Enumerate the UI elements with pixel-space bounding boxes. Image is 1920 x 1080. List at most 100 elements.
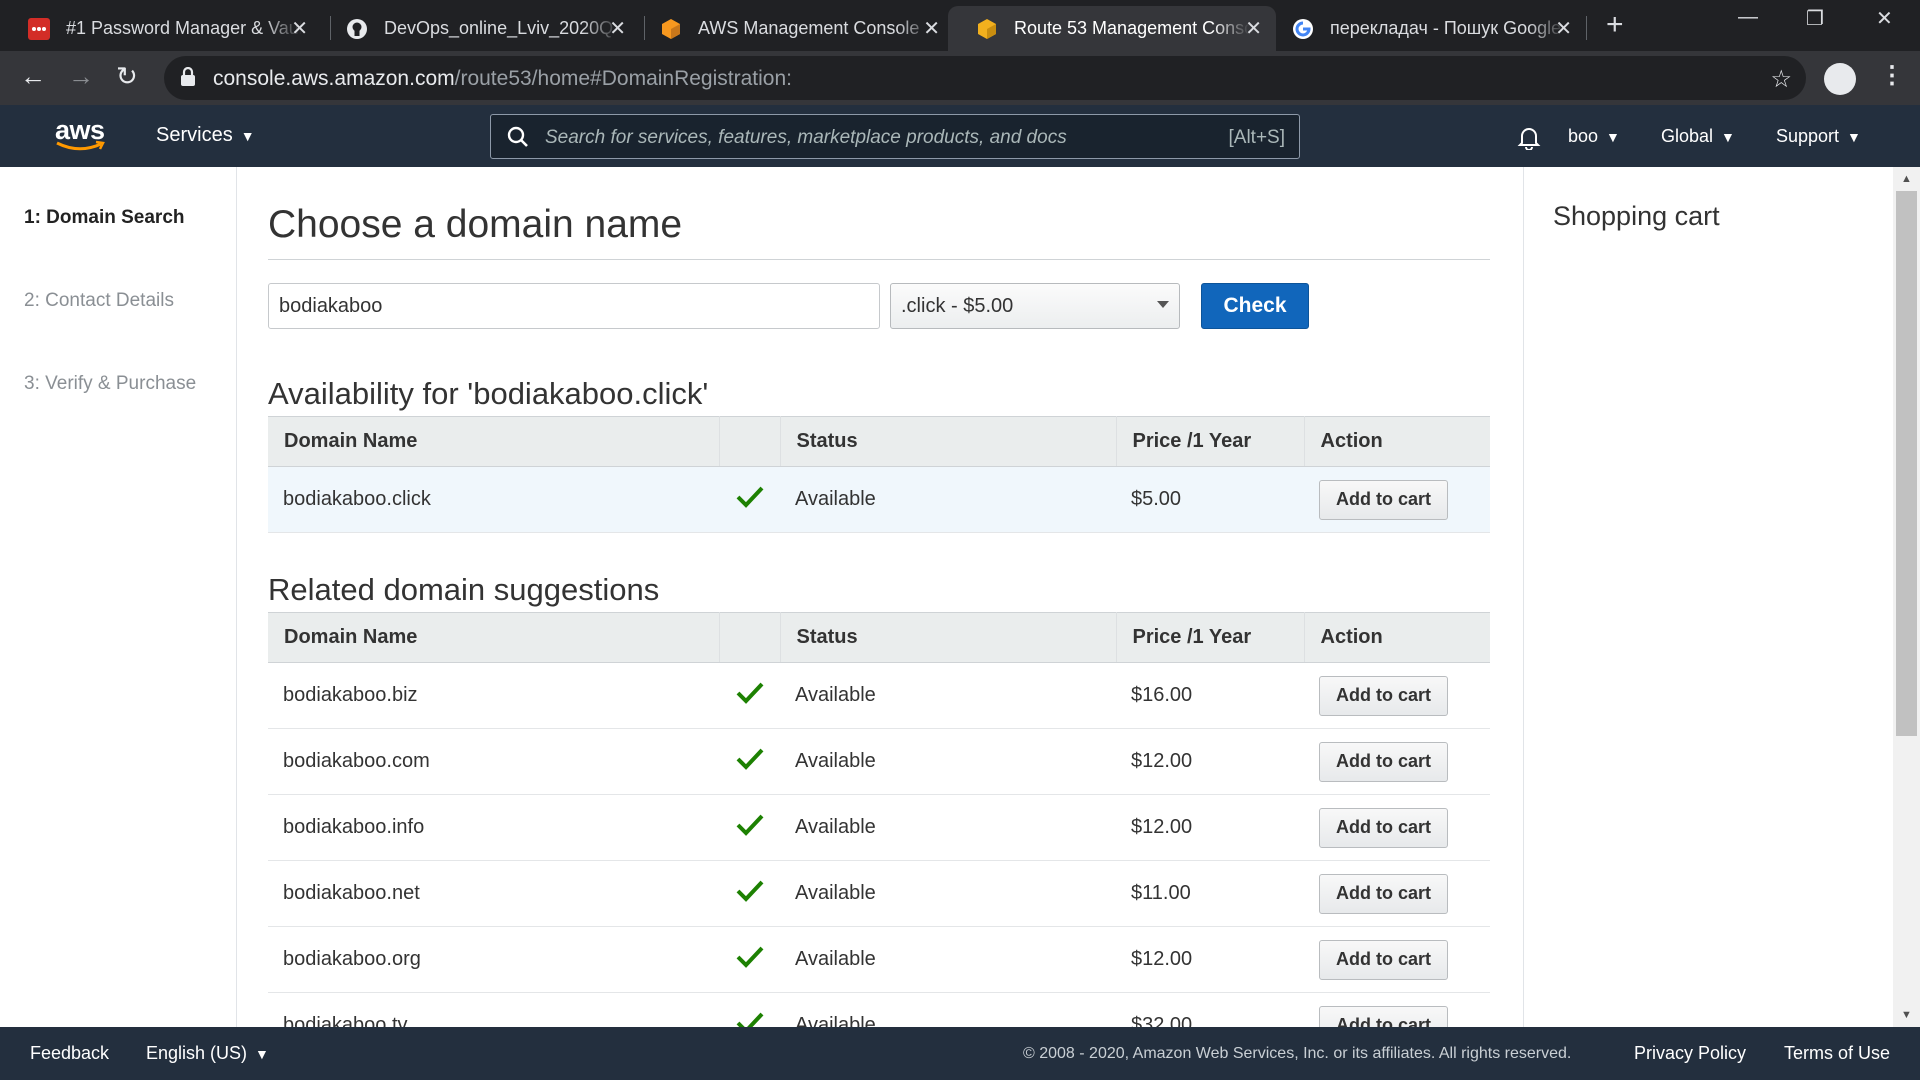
wizard-steps: 1: Domain Search 2: Contact Details 3: V… (0, 167, 237, 1027)
support-menu[interactable]: Support ▼ (1776, 126, 1861, 147)
browser-tab[interactable]: DevOps_online_Lviv_2020Q ✕ (318, 6, 640, 51)
notifications-bell-icon[interactable] (1516, 124, 1542, 150)
caret-down-icon: ▼ (1847, 129, 1861, 145)
price-cell: $12.00 (1116, 794, 1304, 861)
price-cell: $12.00 (1116, 728, 1304, 795)
services-menu[interactable]: Services ▼ (156, 124, 255, 147)
restore-icon[interactable]: ❐ (1806, 6, 1824, 31)
bookmark-star-icon[interactable]: ☆ (1770, 65, 1792, 94)
table-row: bodiakaboo.org Available $12.00 Add to c… (268, 926, 1490, 993)
terms-of-use-link[interactable]: Terms of Use (1784, 1043, 1890, 1064)
action-cell: Add to cart (1304, 860, 1490, 927)
add-to-cart-button[interactable]: Add to cart (1319, 807, 1449, 848)
check-button[interactable]: Check (1201, 283, 1309, 329)
support-label: Support (1776, 126, 1840, 146)
scrollbar-thumb[interactable] (1896, 191, 1917, 736)
available-check-icon (719, 728, 780, 795)
close-window-icon[interactable]: ✕ (1876, 6, 1893, 31)
add-to-cart-button[interactable]: Add to cart (1319, 939, 1449, 980)
status-cell: Available (780, 728, 1116, 795)
domain-cell: bodiakaboo.org (268, 926, 719, 993)
domain-cell: bodiakaboo.biz (268, 662, 719, 729)
step-domain-search[interactable]: 1: Domain Search (24, 207, 185, 229)
url-text: console.aws.amazon.com/route53/home#Doma… (213, 67, 792, 91)
status-cell: Available (780, 860, 1116, 927)
availability-title: Availability for 'bodiakaboo.click' (268, 376, 709, 411)
browser-tab-active[interactable]: Route 53 Management Console ✕ (948, 6, 1276, 51)
col-check (719, 416, 781, 467)
tld-select[interactable]: .click - $5.00 (890, 283, 1180, 329)
table-row: bodiakaboo.net Available $11.00 Add to c… (268, 860, 1490, 927)
language-menu[interactable]: English (US) ▼ (146, 1043, 269, 1064)
available-check-icon (719, 860, 780, 927)
aws-logo[interactable]: aws (55, 115, 107, 152)
google-icon (1293, 19, 1313, 39)
add-to-cart-button[interactable]: Add to cart (1319, 873, 1449, 914)
close-icon[interactable]: ✕ (1245, 16, 1262, 41)
region-menu[interactable]: Global ▼ (1661, 126, 1735, 147)
account-menu[interactable]: boo ▼ (1568, 126, 1620, 147)
available-check-icon (719, 662, 780, 729)
price-cell: $12.00 (1116, 926, 1304, 993)
menu-kebab-icon[interactable]: ⋮ (1880, 61, 1904, 90)
close-icon[interactable]: ✕ (1555, 16, 1572, 41)
step-verify-purchase[interactable]: 3: Verify & Purchase (24, 373, 196, 395)
table-header-row: Domain Name Status Price /1 Year Action (268, 612, 1490, 663)
browser-tab[interactable]: AWS Management Console ✕ (632, 6, 954, 51)
caret-down-icon: ▼ (1721, 129, 1735, 145)
action-cell: Add to cart (1304, 794, 1490, 861)
price-cell: $16.00 (1116, 662, 1304, 729)
available-check-icon (719, 794, 780, 861)
aws-search-box[interactable]: Search for services, features, marketpla… (490, 114, 1300, 159)
table-row: bodiakaboo.biz Available $16.00 Add to c… (268, 662, 1490, 729)
tld-select-value: .click - $5.00 (901, 295, 1014, 317)
aws-top-nav: aws Services ▼ Search for services, featu… (0, 105, 1920, 167)
close-icon[interactable]: ✕ (291, 16, 308, 41)
profile-avatar[interactable] (1824, 63, 1856, 95)
close-icon[interactable]: ✕ (923, 16, 940, 41)
scroll-up-icon[interactable]: ▲ (1901, 173, 1912, 185)
col-domain-name: Domain Name (268, 612, 720, 663)
tab-separator (1586, 16, 1587, 40)
domain-cell: bodiakaboo.net (268, 860, 719, 927)
suggestions-table: Domain Name Status Price /1 Year Action … (268, 612, 1490, 1059)
browser-tab[interactable]: #1 Password Manager & Vault ✕ (0, 6, 322, 51)
available-check-icon (719, 466, 780, 533)
back-icon[interactable]: ← (20, 61, 46, 92)
tab-title: AWS Management Console (698, 18, 920, 38)
forward-icon[interactable]: → (68, 61, 94, 92)
dropdown-arrow-icon (1157, 301, 1169, 308)
caret-down-icon: ▼ (1606, 129, 1620, 145)
domain-name-input[interactable] (268, 283, 880, 329)
add-to-cart-button[interactable]: Add to cart (1319, 479, 1449, 520)
suggestions-title: Related domain suggestions (268, 572, 660, 607)
domain-cell: bodiakaboo.click (268, 466, 719, 533)
aws-footer: Feedback English (US) ▼ © 2008 - 2020, Am… (0, 1027, 1920, 1080)
divider (268, 259, 1490, 260)
reload-icon[interactable]: ↻ (116, 61, 138, 92)
minimize-icon[interactable]: — (1738, 6, 1758, 29)
add-to-cart-button[interactable]: Add to cart (1319, 675, 1449, 716)
scroll-down-icon[interactable]: ▼ (1901, 1009, 1912, 1021)
add-to-cart-button[interactable]: Add to cart (1319, 741, 1449, 782)
table-row: bodiakaboo.info Available $12.00 Add to … (268, 794, 1490, 861)
page-scrollbar[interactable]: ▲ ▼ (1893, 167, 1920, 1027)
tab-title: DevOps_online_Lviv_2020Q (384, 18, 614, 38)
col-action: Action (1304, 416, 1490, 467)
price-cell: $5.00 (1116, 466, 1304, 533)
github-icon (347, 19, 367, 39)
new-tab-button[interactable]: + (1606, 8, 1624, 42)
browser-tab[interactable]: перекладач - Пошук Google ✕ (1264, 6, 1586, 51)
shopping-cart-panel: Shopping cart (1523, 167, 1893, 1027)
caret-down-icon: ▼ (255, 1046, 269, 1062)
privacy-policy-link[interactable]: Privacy Policy (1634, 1043, 1746, 1064)
tab-title: перекладач - Пошук Google (1330, 18, 1562, 38)
step-contact-details[interactable]: 2: Contact Details (24, 290, 174, 312)
address-bar[interactable]: console.aws.amazon.com/route53/home#Doma… (164, 56, 1806, 100)
tab-title: #1 Password Manager & Vault (66, 18, 302, 38)
col-status: Status (780, 612, 1117, 663)
search-icon (507, 126, 528, 147)
feedback-link[interactable]: Feedback (30, 1043, 109, 1064)
close-icon[interactable]: ✕ (609, 16, 626, 41)
col-status: Status (780, 416, 1117, 467)
